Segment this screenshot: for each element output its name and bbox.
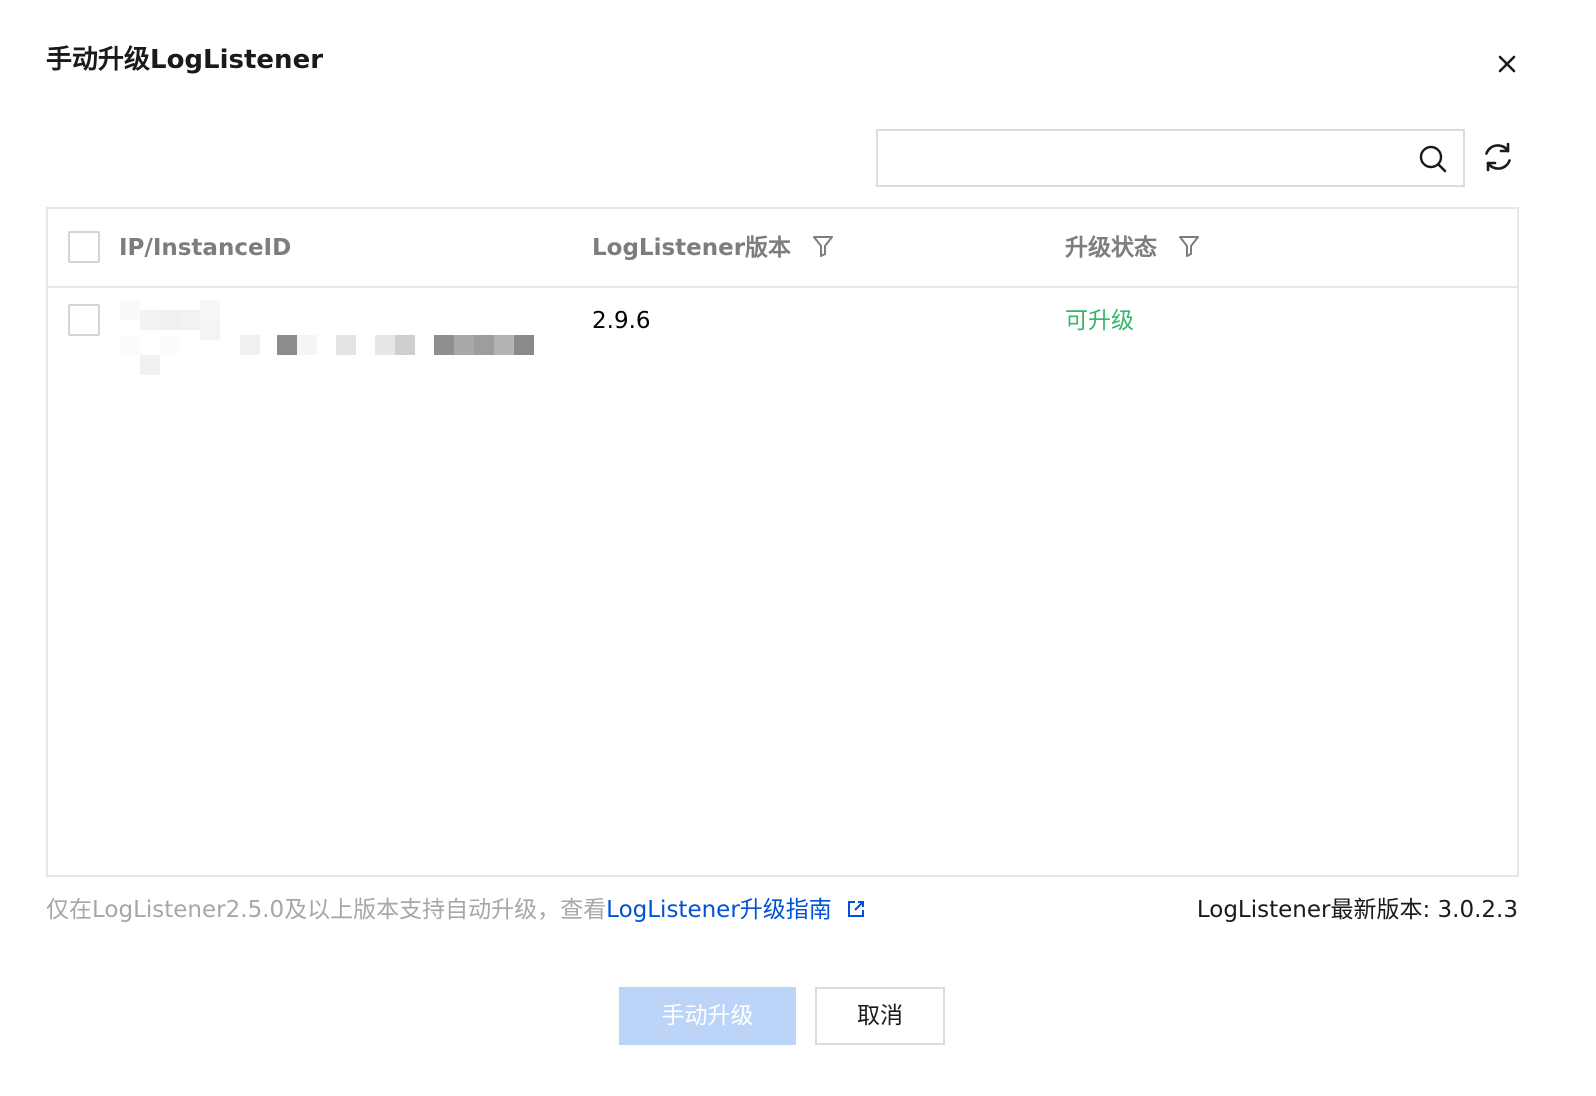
filter-icon[interactable] — [1177, 234, 1201, 258]
search-icon[interactable] — [1417, 143, 1449, 175]
manual-upgrade-button[interactable]: 手动升级 — [619, 987, 796, 1045]
table-header: IP/InstanceID LogListener版本 升级状态 — [48, 209, 1517, 288]
table-row: 2.9.6 可升级 — [48, 290, 1517, 390]
upgrade-dialog: 手动升级LogListener IP/InstanceID LogListene… — [0, 0, 1596, 1096]
column-header-status: 升级状态 — [1065, 231, 1201, 265]
external-link-icon[interactable] — [846, 895, 866, 917]
row-checkbox[interactable] — [68, 304, 100, 336]
search-box — [876, 129, 1465, 187]
status-cell: 可升级 — [1065, 308, 1134, 334]
note-text: 仅在LogListener2.5.0及以上版本支持自动升级，查看 — [46, 897, 607, 923]
close-icon[interactable] — [1491, 48, 1523, 80]
column-header-instance: IP/InstanceID — [119, 231, 291, 265]
instances-table: IP/InstanceID LogListener版本 升级状态 2.9.6 可… — [46, 207, 1519, 877]
column-header-version-label: LogListener版本 — [592, 235, 792, 261]
refresh-icon[interactable] — [1479, 138, 1517, 176]
upgrade-guide-link[interactable]: LogListener升级指南 — [606, 897, 832, 923]
version-cell: 2.9.6 — [592, 308, 651, 334]
redacted-instance-id — [120, 300, 540, 380]
column-header-status-label: 升级状态 — [1065, 235, 1157, 261]
column-header-instance-label: IP/InstanceID — [119, 235, 292, 261]
search-input[interactable] — [888, 137, 1408, 179]
cancel-button[interactable]: 取消 — [815, 987, 945, 1045]
latest-version-text: LogListener最新版本: 3.0.2.3 — [1196, 897, 1518, 923]
filter-icon[interactable] — [811, 234, 835, 258]
dialog-title: 手动升级LogListener — [46, 45, 324, 75]
select-all-checkbox[interactable] — [68, 231, 100, 263]
column-header-version: LogListener版本 — [592, 231, 835, 265]
auto-upgrade-note: 仅在LogListener2.5.0及以上版本支持自动升级，查看LogListe… — [46, 893, 866, 927]
